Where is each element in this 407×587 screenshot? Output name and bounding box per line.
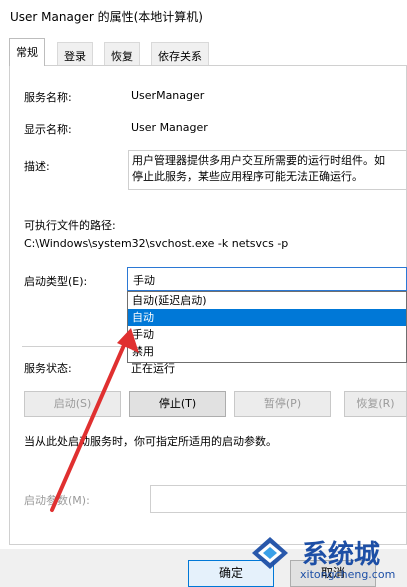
description-box[interactable]: 用户管理器提供多用户交互所需要的运行时组件。如 停止此服务，某些应用程序可能无法… xyxy=(128,150,407,190)
startup-option-auto-delayed[interactable]: 自动(延迟启动) xyxy=(128,292,406,309)
tab-general[interactable]: 常规 xyxy=(9,38,45,66)
tab-dependencies[interactable]: 依存关系 xyxy=(151,42,209,66)
service-status-value: 正在运行 xyxy=(131,362,175,375)
tab-logon[interactable]: 登录 xyxy=(57,42,93,66)
display-name-label: 显示名称: xyxy=(24,123,72,136)
watermark-brand: 系统城 xyxy=(302,540,381,570)
start-button[interactable]: 启动(S) xyxy=(24,391,121,417)
tab-recovery[interactable]: 恢复 xyxy=(104,42,140,66)
start-params-label: 启动参数(M): xyxy=(24,494,90,507)
service-name-value: UserManager xyxy=(131,89,205,102)
startup-type-dropdown[interactable]: 自动(延迟启动) 自动 手动 禁用 xyxy=(127,291,407,363)
resume-button[interactable]: 恢复(R) xyxy=(344,391,407,417)
stop-button[interactable]: 停止(T) xyxy=(129,391,226,417)
startup-option-auto[interactable]: 自动 xyxy=(128,309,406,326)
description-line-2: 停止此服务，某些应用程序可能无法正确运行。 xyxy=(132,170,363,183)
watermark-url: xitongcheng.com xyxy=(300,568,396,581)
exe-path-value: C:\Windows\system32\svchost.exe -k netsv… xyxy=(24,237,289,250)
startup-type-select[interactable]: 手动 xyxy=(127,267,407,291)
display-name-value: User Manager xyxy=(131,121,208,134)
startup-option-manual[interactable]: 手动 xyxy=(128,326,406,343)
section-divider xyxy=(22,346,127,347)
description-label: 描述: xyxy=(24,160,50,173)
startup-option-disabled[interactable]: 禁用 xyxy=(128,343,406,360)
window-title: User Manager 的属性(本地计算机) xyxy=(10,10,203,24)
description-line-1: 用户管理器提供多用户交互所需要的运行时组件。如 xyxy=(132,154,385,167)
service-name-label: 服务名称: xyxy=(24,91,72,104)
start-params-input[interactable] xyxy=(150,485,407,513)
service-status-label: 服务状态: xyxy=(24,362,72,375)
title-bar: User Manager 的属性(本地计算机) xyxy=(0,0,407,32)
startup-type-label: 启动类型(E): xyxy=(24,275,88,288)
pause-button[interactable]: 暂停(P) xyxy=(234,391,331,417)
exe-path-label: 可执行文件的路径: xyxy=(24,219,116,232)
start-params-hint: 当从此处启动服务时，你可指定所适用的启动参数。 xyxy=(24,435,277,448)
startup-type-selected: 手动 xyxy=(133,274,155,287)
